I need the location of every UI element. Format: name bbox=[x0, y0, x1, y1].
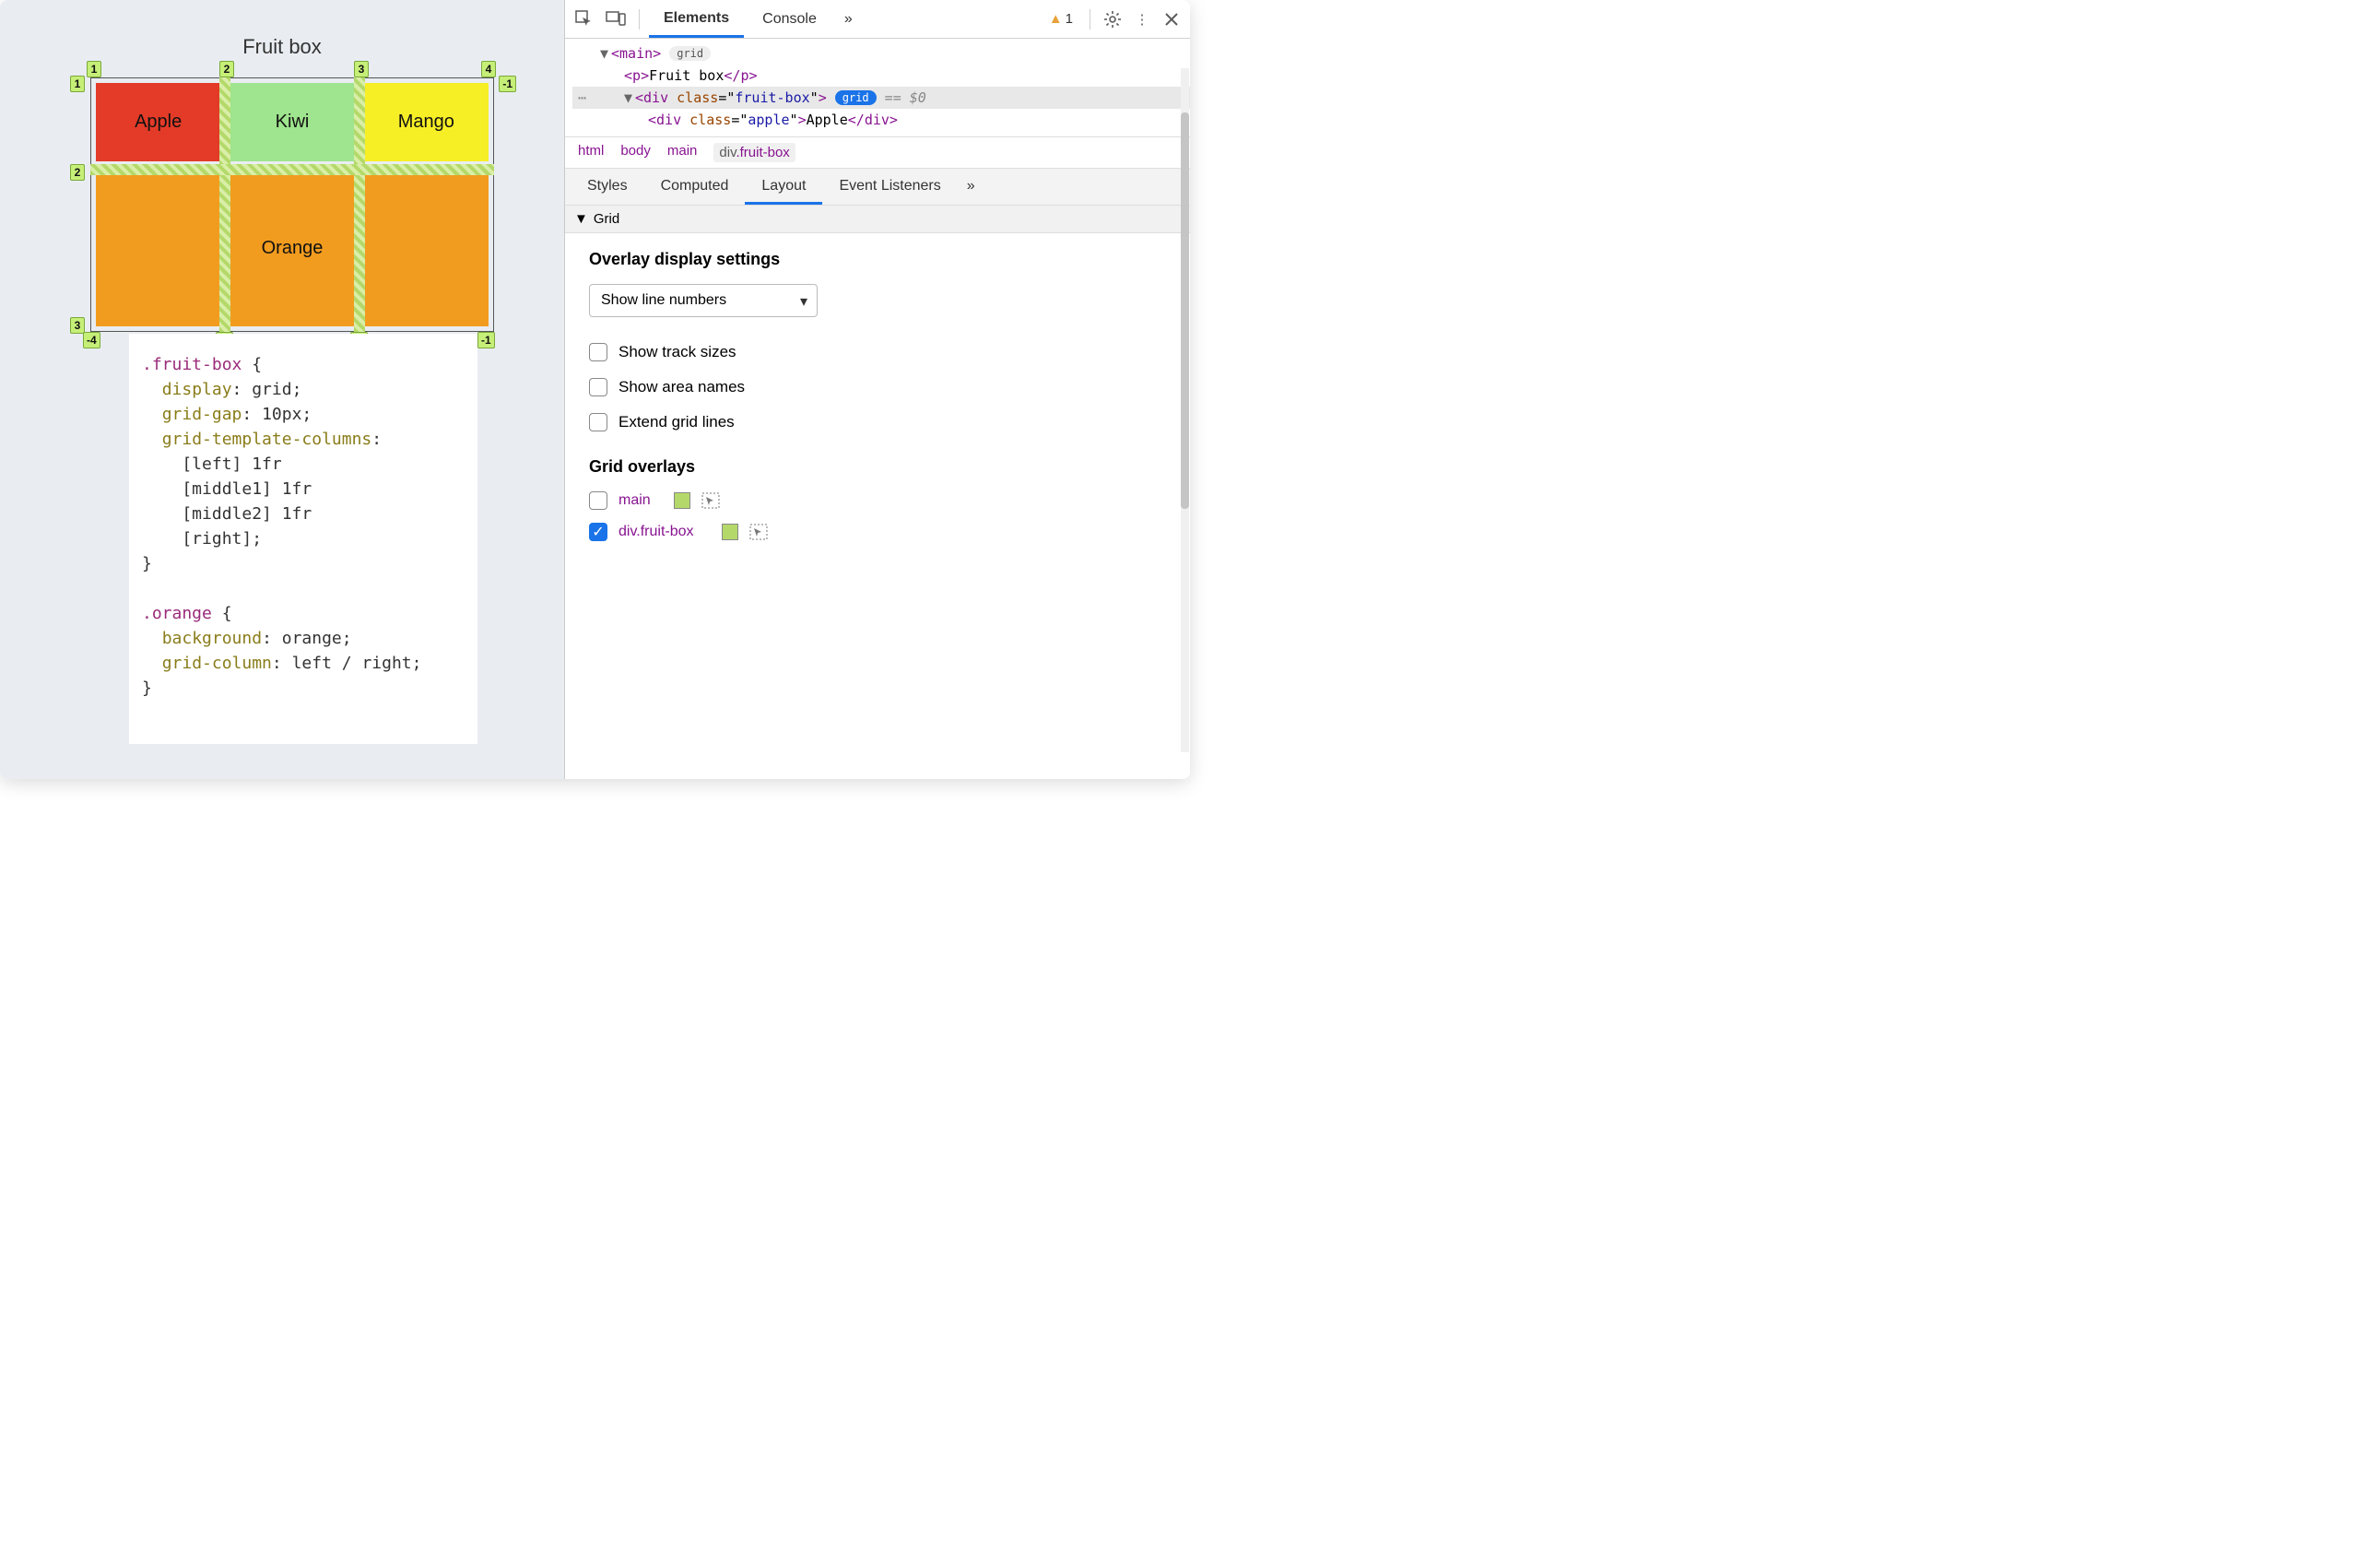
breadcrumb: html body main div.fruit-box bbox=[565, 137, 1190, 169]
grid-line-number: 3 bbox=[354, 61, 369, 77]
separator bbox=[639, 9, 640, 30]
grid-gap-line bbox=[90, 164, 494, 175]
grid-line-number: 2 bbox=[219, 61, 234, 77]
app-window: Fruit box Apple Kiwi Mango Orange 1 2 3 … bbox=[0, 0, 1190, 779]
tab-console[interactable]: Console bbox=[748, 2, 831, 36]
warning-icon: ▲ bbox=[1049, 11, 1063, 27]
dom-node-apple[interactable]: <div class="apple">Apple</div> bbox=[572, 109, 1190, 131]
grid-gap-line bbox=[354, 77, 365, 332]
grid-badge[interactable]: grid bbox=[835, 90, 877, 105]
subtab-computed[interactable]: Computed bbox=[644, 169, 746, 205]
color-swatch[interactable] bbox=[722, 524, 738, 540]
grid-line-number: 1 bbox=[87, 61, 101, 77]
layout-panel: Overlay display settings Show line numbe… bbox=[565, 233, 1190, 779]
sidebar-subtabs: Styles Computed Layout Event Listeners » bbox=[565, 169, 1190, 206]
checkbox-label: Show area names bbox=[619, 378, 745, 396]
preview-title: Fruit box bbox=[0, 0, 564, 59]
grid-line-number: 3 bbox=[70, 317, 85, 334]
grid-line-number: -4 bbox=[83, 332, 100, 348]
grid-overlay-area: Apple Kiwi Mango Orange 1 2 3 4 1 2 3 -1… bbox=[90, 77, 494, 332]
line-numbers-select[interactable]: Show line numbers bbox=[589, 284, 818, 317]
fruit-box-grid: Apple Kiwi Mango Orange bbox=[90, 77, 494, 332]
subtab-more[interactable]: » bbox=[958, 169, 984, 205]
warning-number: 1 bbox=[1066, 11, 1073, 27]
crumb-main[interactable]: main bbox=[667, 143, 698, 162]
overlay-checkbox-fruit-box[interactable]: ✓ bbox=[589, 523, 607, 541]
checkbox-label: Extend grid lines bbox=[619, 413, 735, 431]
checkbox-track-sizes[interactable] bbox=[589, 343, 607, 361]
reveal-icon[interactable] bbox=[701, 492, 720, 509]
subtab-layout[interactable]: Layout bbox=[745, 169, 822, 205]
grid-overlays-heading: Grid overlays bbox=[589, 457, 1166, 477]
tab-elements[interactable]: Elements bbox=[649, 1, 744, 38]
cell-mango: Mango bbox=[359, 78, 493, 166]
crumb-body[interactable]: body bbox=[620, 143, 651, 162]
dom-tree[interactable]: ▼<main> grid <p>Fruit box</p> ▼<div clas… bbox=[565, 39, 1190, 137]
overlay-name[interactable]: main bbox=[619, 492, 663, 509]
crumb-fruit-box[interactable]: div.fruit-box bbox=[713, 143, 795, 162]
checkbox-row-area-names: Show area names bbox=[589, 378, 1166, 396]
overlay-row-fruit-box: ✓ div.fruit-box bbox=[589, 523, 1166, 541]
subtab-event-listeners[interactable]: Event Listeners bbox=[822, 169, 957, 205]
grid-line-number: 2 bbox=[70, 164, 85, 181]
devtools-pane: Elements Console » ▲ 1 ⋮ ▼<main> grid <p… bbox=[564, 0, 1190, 779]
reveal-icon[interactable] bbox=[749, 524, 768, 540]
overlay-name[interactable]: div.fruit-box bbox=[619, 524, 711, 540]
overlay-settings-heading: Overlay display settings bbox=[589, 250, 1166, 269]
grid-line-number: -1 bbox=[499, 76, 516, 92]
code-snippet: .fruit-box { display: grid; grid-gap: 10… bbox=[129, 334, 477, 744]
color-swatch[interactable] bbox=[674, 492, 690, 509]
cell-kiwi: Kiwi bbox=[225, 78, 359, 166]
grid-line-number: -1 bbox=[477, 332, 495, 348]
overlay-checkbox-main[interactable] bbox=[589, 491, 607, 510]
overlay-row-main: main bbox=[589, 491, 1166, 510]
checkbox-row-extend-lines: Extend grid lines bbox=[589, 413, 1166, 431]
grid-line-number: 1 bbox=[70, 76, 85, 92]
devtools-toolbar: Elements Console » ▲ 1 ⋮ bbox=[565, 0, 1190, 39]
grid-section-header[interactable]: ▼ Grid bbox=[565, 206, 1190, 233]
select-value: Show line numbers bbox=[601, 292, 726, 308]
device-toggle-icon[interactable] bbox=[602, 6, 630, 33]
gear-icon[interactable] bbox=[1100, 6, 1125, 32]
grid-line-number: 4 bbox=[481, 61, 496, 77]
grid-badge[interactable]: grid bbox=[669, 46, 711, 61]
inspect-icon[interactable] bbox=[571, 6, 598, 33]
subtab-styles[interactable]: Styles bbox=[571, 169, 644, 205]
cell-orange: Orange bbox=[91, 166, 493, 331]
scrollbar-thumb[interactable] bbox=[1181, 112, 1189, 509]
cell-apple: Apple bbox=[91, 78, 225, 166]
checkbox-row-track-sizes: Show track sizes bbox=[589, 343, 1166, 361]
preview-pane: Fruit box Apple Kiwi Mango Orange 1 2 3 … bbox=[0, 0, 564, 779]
section-title: Grid bbox=[594, 211, 619, 227]
chevron-down-icon: ▼ bbox=[574, 211, 588, 227]
warning-count[interactable]: ▲ 1 bbox=[1049, 11, 1073, 27]
checkbox-area-names[interactable] bbox=[589, 378, 607, 396]
dom-node-p[interactable]: <p>Fruit box</p> bbox=[572, 65, 1190, 87]
checkbox-extend-lines[interactable] bbox=[589, 413, 607, 431]
crumb-html[interactable]: html bbox=[578, 143, 604, 162]
dom-node-main[interactable]: ▼<main> grid bbox=[572, 42, 1190, 65]
kebab-menu-icon[interactable]: ⋮ bbox=[1129, 6, 1155, 32]
checkbox-label: Show track sizes bbox=[619, 343, 736, 361]
close-icon[interactable] bbox=[1159, 6, 1184, 32]
grid-gap-line bbox=[219, 77, 230, 332]
dom-node-fruit-box[interactable]: ▼<div class="fruit-box"> grid == $0 bbox=[572, 87, 1190, 109]
tab-more[interactable]: » bbox=[835, 2, 862, 37]
